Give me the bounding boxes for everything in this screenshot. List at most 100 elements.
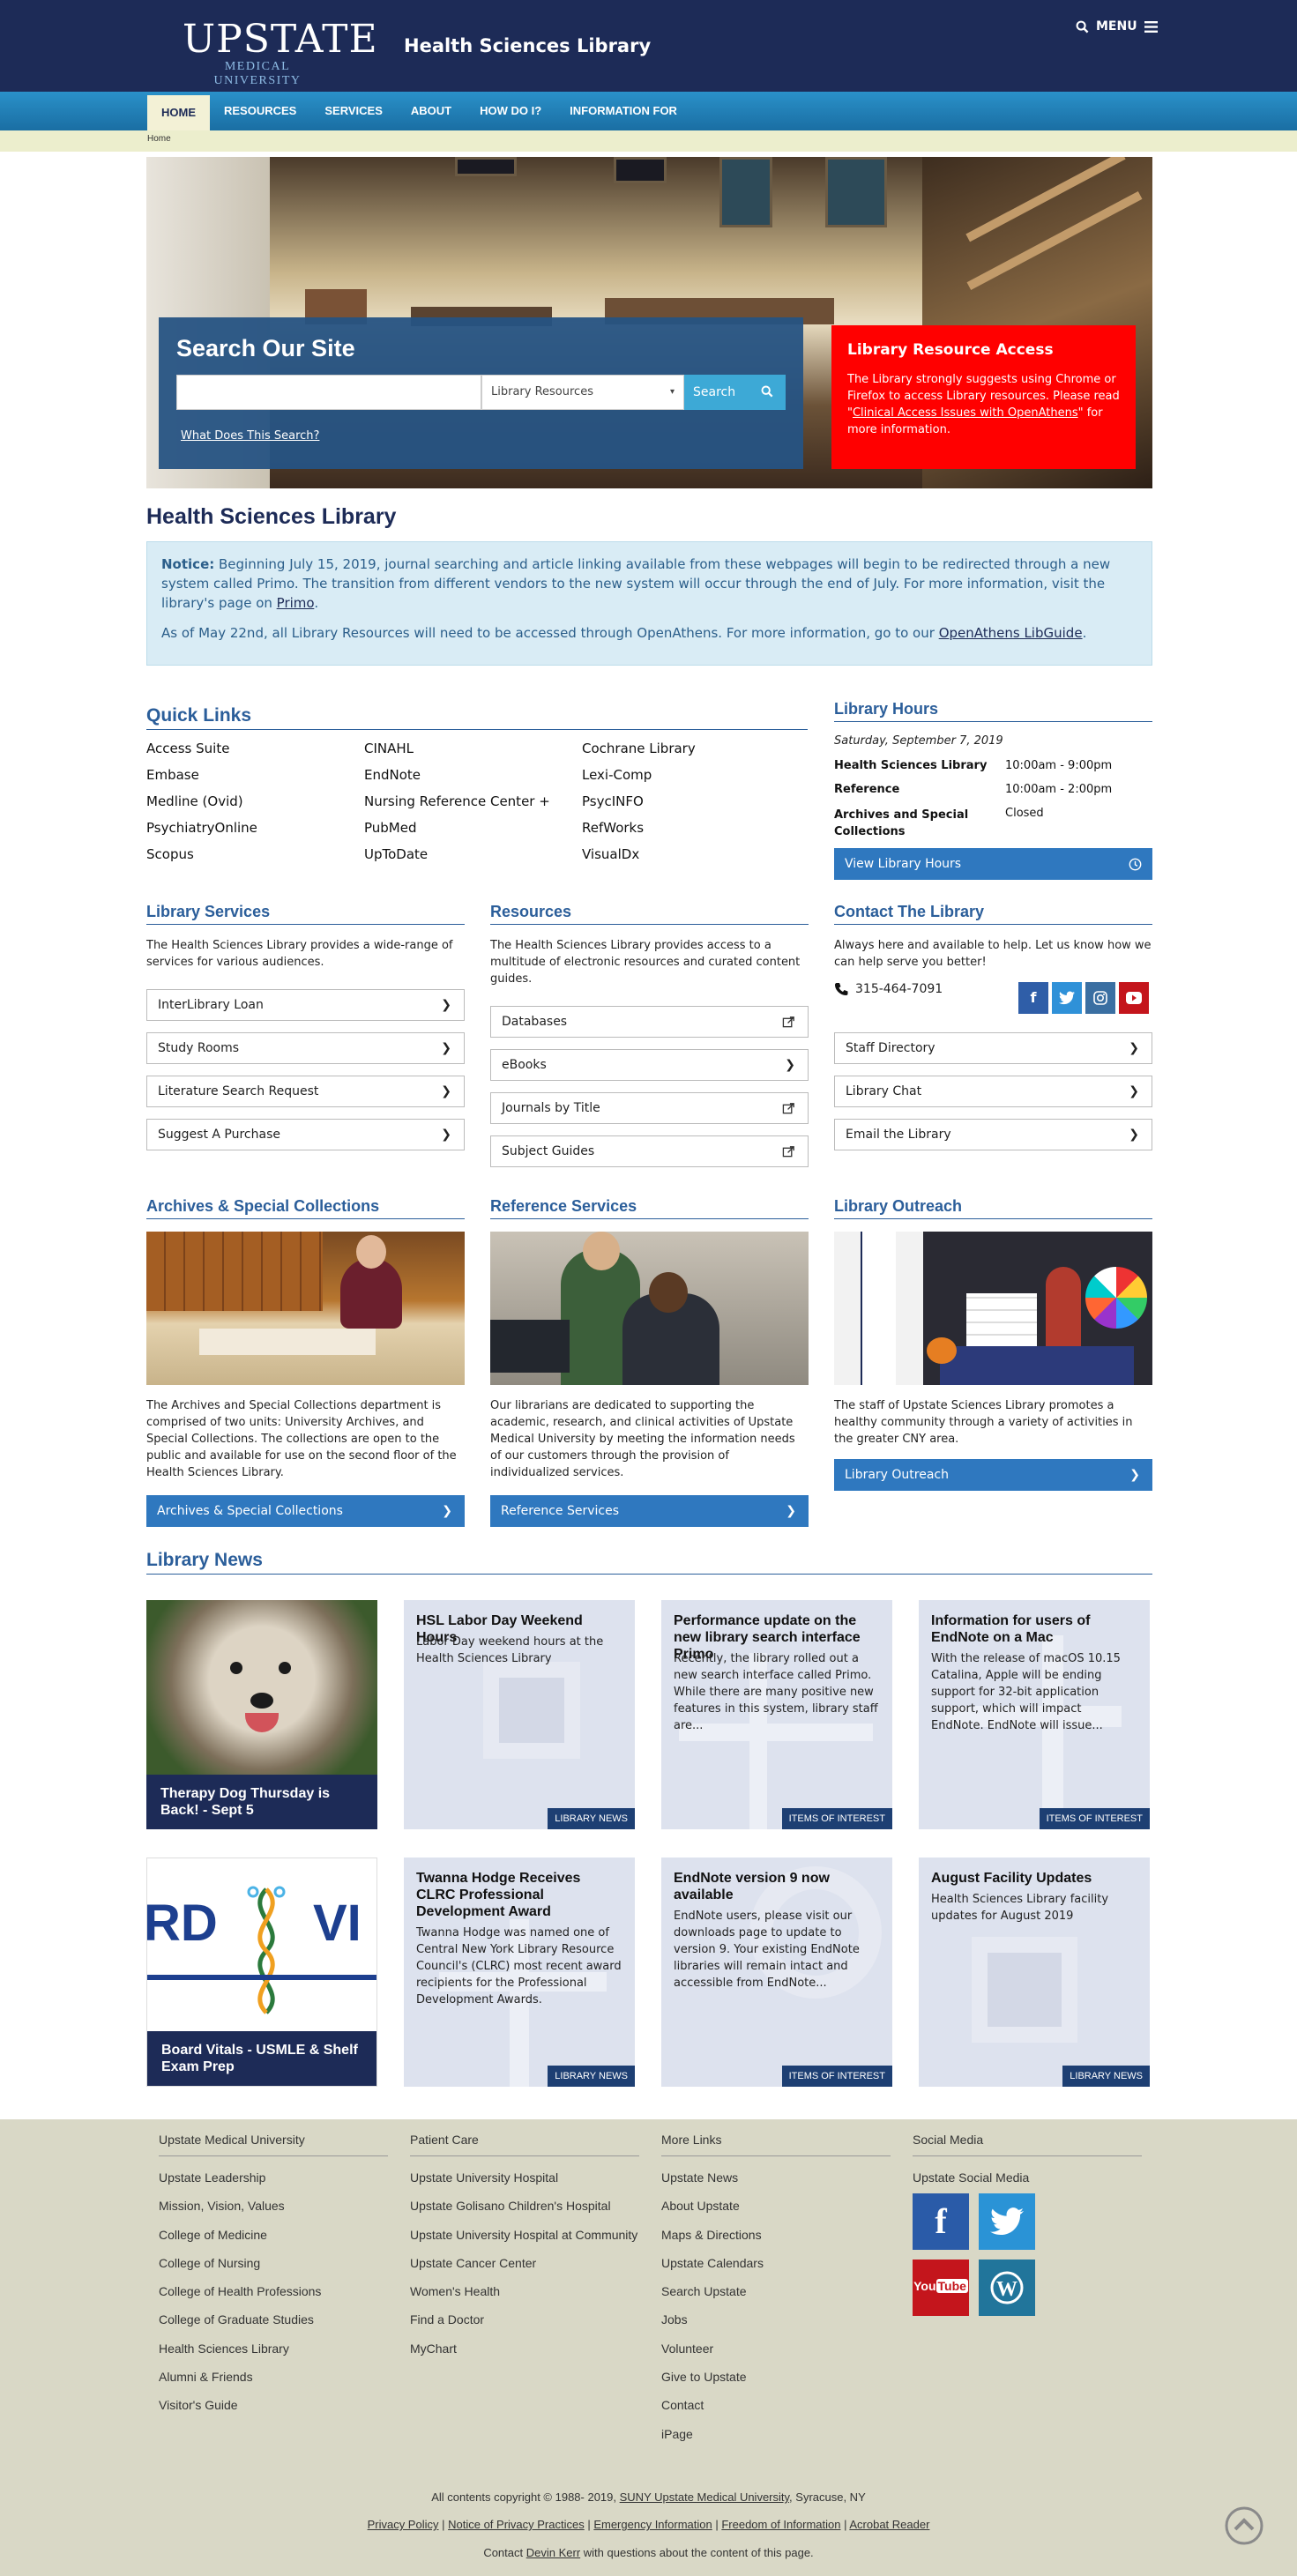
nav-information-for[interactable]: INFORMATION FOR <box>555 92 691 130</box>
search-button[interactable]: Search <box>684 375 786 410</box>
footer-link[interactable]: Visitor's Guide <box>159 2391 388 2419</box>
nav-about[interactable]: ABOUT <box>397 92 466 130</box>
quick-link[interactable]: Embase <box>146 767 199 783</box>
news-card[interactable]: RD VI Board Vitals - USMLE & Shelf Exam … <box>146 1858 377 2087</box>
suggest-a-purchase-link[interactable]: Suggest A Purchase ❯ <box>146 1119 465 1150</box>
quick-link[interactable]: Cochrane Library <box>582 741 696 756</box>
footer-link[interactable]: College of Medicine <box>159 2221 388 2249</box>
footer-link[interactable]: Health Sciences Library <box>159 2334 388 2363</box>
view-library-hours-button[interactable]: View Library Hours <box>834 848 1152 880</box>
quick-link[interactable]: Scopus <box>146 846 194 862</box>
news-card[interactable]: Information for users of EndNote on a Ma… <box>919 1600 1150 1829</box>
footer-link[interactable]: Upstate University Hospital <box>410 2163 639 2192</box>
openathens-libguide-link[interactable]: OpenAthens LibGuide <box>939 625 1083 641</box>
footer-link[interactable]: Upstate News <box>661 2163 891 2192</box>
facebook-icon[interactable]: f <box>1018 982 1048 1014</box>
news-card[interactable]: HSL Labor Day Weekend Hours Labor Day we… <box>404 1600 635 1829</box>
search-help-link[interactable]: What Does This Search? <box>181 429 319 443</box>
acrobat-reader-link[interactable]: Acrobat Reader <box>849 2518 929 2531</box>
quick-link[interactable]: UpToDate <box>364 846 428 862</box>
upstate-logo[interactable]: UPSTATE MEDICAL UNIVERSITY <box>183 19 377 88</box>
footer-link[interactable]: Search Upstate <box>661 2277 891 2305</box>
news-card[interactable]: EndNote version 9 now available EndNote … <box>661 1858 892 2087</box>
subject-guides-link[interactable]: Subject Guides <box>490 1135 809 1167</box>
search-input[interactable] <box>176 375 481 410</box>
footer-link[interactable]: Upstate Cancer Center <box>410 2249 639 2277</box>
privacy-practices-link[interactable]: Notice of Privacy Practices <box>448 2518 585 2531</box>
reference-button[interactable]: Reference Services ❯ <box>490 1495 809 1527</box>
quick-link[interactable]: PsychiatryOnline <box>146 820 257 836</box>
footer-link[interactable]: Mission, Vision, Values <box>159 2192 388 2220</box>
news-card[interactable]: August Facility Updates Health Sciences … <box>919 1858 1150 2087</box>
quick-link[interactable]: CINAHL <box>364 741 414 756</box>
outreach-button[interactable]: Library Outreach ❯ <box>834 1459 1152 1491</box>
twitter-icon[interactable] <box>1052 982 1082 1014</box>
devin-kerr-link[interactable]: Devin Kerr <box>526 2546 580 2559</box>
phone-number[interactable]: 315-464-7091 <box>834 982 943 996</box>
footer-twitter-icon[interactable] <box>979 2193 1035 2250</box>
privacy-policy-link[interactable]: Privacy Policy <box>368 2518 439 2531</box>
ebooks-link[interactable]: eBooks ❯ <box>490 1049 809 1081</box>
quick-link[interactable]: EndNote <box>364 767 421 783</box>
youtube-icon[interactable] <box>1119 982 1149 1014</box>
footer-heading-link[interactable]: Patient Care <box>410 2129 639 2156</box>
nav-services[interactable]: SERVICES <box>310 92 397 130</box>
footer-facebook-icon[interactable]: f <box>913 2193 969 2250</box>
primo-link[interactable]: Primo <box>277 595 315 611</box>
news-card[interactable]: Performance update on the new library se… <box>661 1600 892 1829</box>
footer-heading-link[interactable]: More Links <box>661 2129 891 2156</box>
staff-directory-link[interactable]: Staff Directory ❯ <box>834 1032 1152 1064</box>
footer-link[interactable]: Volunteer <box>661 2334 891 2363</box>
emergency-info-link[interactable]: Emergency Information <box>593 2518 712 2531</box>
footer-link[interactable]: Find a Doctor <box>410 2305 639 2334</box>
journals-by-title-link[interactable]: Journals by Title <box>490 1092 809 1124</box>
search-scope-select[interactable]: Library Resources ▾ <box>481 375 684 410</box>
literature-search-request-link[interactable]: Literature Search Request ❯ <box>146 1076 465 1107</box>
footer-link[interactable]: iPage <box>661 2420 891 2448</box>
quick-link[interactable]: VisualDx <box>582 846 639 862</box>
interlibrary-loan-link[interactable]: InterLibrary Loan ❯ <box>146 989 465 1021</box>
nav-home[interactable]: HOME <box>147 95 210 130</box>
quick-link[interactable]: Nursing Reference Center + <box>364 793 550 809</box>
quick-link[interactable]: RefWorks <box>582 820 644 836</box>
email-library-link[interactable]: Email the Library ❯ <box>834 1119 1152 1150</box>
quick-link[interactable]: Access Suite <box>146 741 229 756</box>
footer-link[interactable]: Women's Health <box>410 2277 639 2305</box>
footer-link[interactable]: College of Nursing <box>159 2249 388 2277</box>
footer-link[interactable]: Upstate Golisano Children's Hospital <box>410 2192 639 2220</box>
back-to-top-icon[interactable] <box>1224 2505 1264 2546</box>
instagram-icon[interactable] <box>1085 982 1115 1014</box>
footer-link[interactable]: Give to Upstate <box>661 2363 891 2391</box>
quick-link[interactable]: Lexi-Comp <box>582 767 652 783</box>
site-name[interactable]: Health Sciences Library <box>404 35 651 56</box>
search-icon[interactable] <box>1076 20 1089 34</box>
footer-social-item[interactable]: Upstate Social Media <box>913 2163 1142 2192</box>
foia-link[interactable]: Freedom of Information <box>721 2518 840 2531</box>
footer-wordpress-icon[interactable]: W <box>979 2260 1035 2316</box>
study-rooms-link[interactable]: Study Rooms ❯ <box>146 1032 465 1064</box>
breadcrumb[interactable]: Home <box>147 134 171 144</box>
footer-link[interactable]: College of Graduate Studies <box>159 2305 388 2334</box>
library-chat-link[interactable]: Library Chat ❯ <box>834 1076 1152 1107</box>
news-card[interactable]: Therapy Dog Thursday is Back! - Sept 5 <box>146 1600 377 1829</box>
footer-youtube-icon[interactable]: You Tube <box>913 2260 969 2316</box>
footer-link[interactable]: College of Health Professions <box>159 2277 388 2305</box>
footer-link[interactable]: MyChart <box>410 2334 639 2363</box>
menu-button[interactable]: MENU <box>1076 19 1158 34</box>
footer-link[interactable]: Upstate Leadership <box>159 2163 388 2192</box>
suny-upstate-link[interactable]: SUNY Upstate Medical University <box>620 2490 789 2504</box>
archives-button[interactable]: Archives & Special Collections ❯ <box>146 1495 465 1527</box>
openathens-issues-link[interactable]: Clinical Access Issues with OpenAthens <box>853 406 1078 420</box>
footer-link[interactable]: Jobs <box>661 2305 891 2334</box>
footer-link[interactable]: Maps & Directions <box>661 2221 891 2249</box>
quick-link[interactable]: PubMed <box>364 820 417 836</box>
databases-link[interactable]: Databases <box>490 1006 809 1038</box>
nav-resources[interactable]: RESOURCES <box>210 92 310 130</box>
footer-link[interactable]: Upstate University Hospital at Community <box>410 2221 639 2249</box>
news-card[interactable]: Twanna Hodge Receives CLRC Professional … <box>404 1858 635 2087</box>
footer-heading-link[interactable]: Upstate Medical University <box>159 2129 388 2156</box>
quick-link[interactable]: Medline (Ovid) <box>146 793 243 809</box>
footer-link[interactable]: Upstate Calendars <box>661 2249 891 2277</box>
quick-link[interactable]: PsycINFO <box>582 793 644 809</box>
footer-link[interactable]: About Upstate <box>661 2192 891 2220</box>
